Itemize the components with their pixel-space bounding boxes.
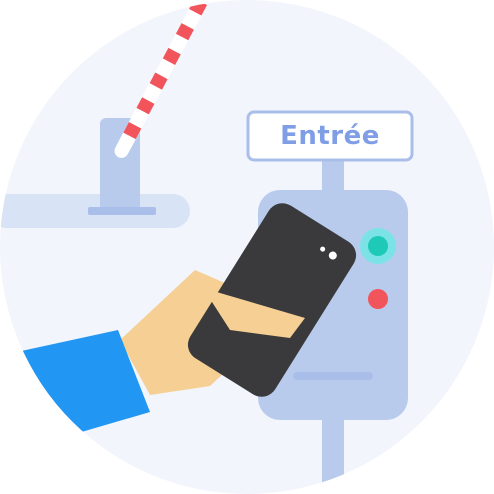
- terminal-pole-lower: [322, 410, 344, 494]
- led-alert: [368, 289, 388, 309]
- entry-sign: [246, 110, 414, 162]
- illustration-canvas: [0, 0, 494, 494]
- entry-turnstile-illustration: Entrée: [0, 0, 494, 494]
- card-slot: [293, 372, 373, 380]
- led-active: [368, 236, 388, 256]
